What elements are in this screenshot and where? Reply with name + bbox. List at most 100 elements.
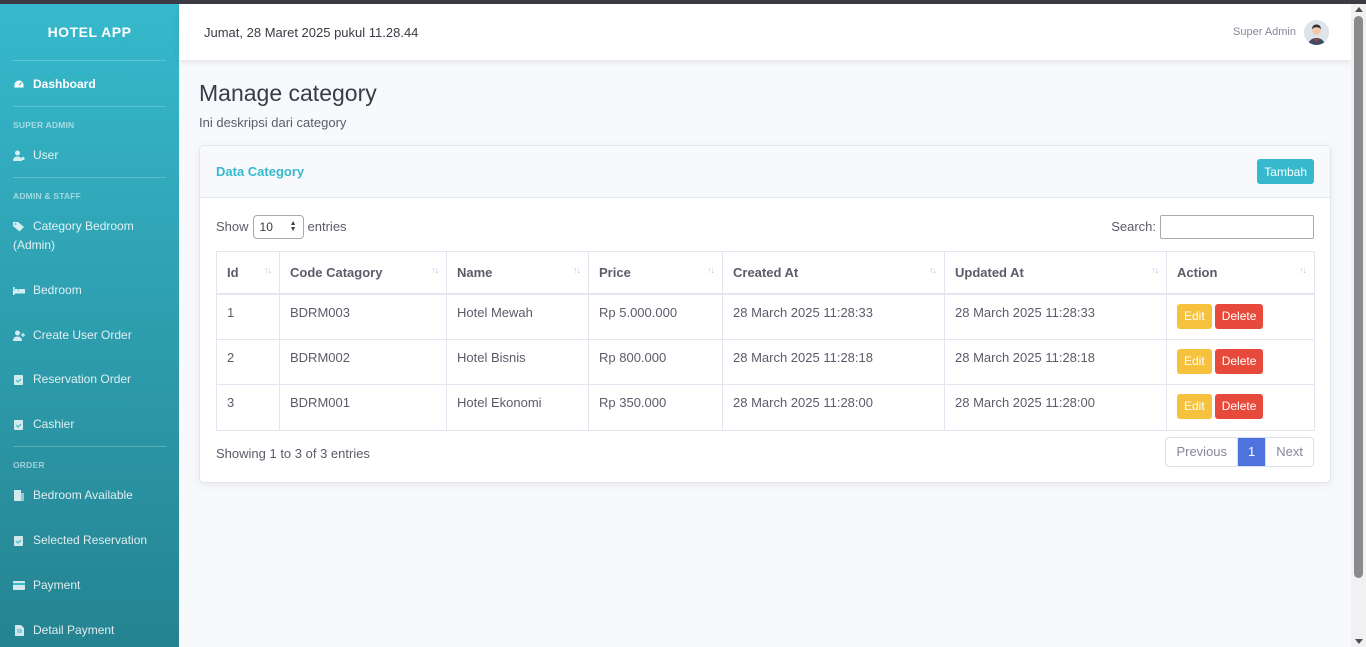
column-header-created-at[interactable]: Created At ↑↓ [722, 251, 945, 295]
sidebar-item-label: Bedroom [33, 283, 82, 298]
current-datetime: Jumat, 28 Maret 2025 pukul 11.28.44 [204, 24, 419, 40]
sidebar-item-label: Reservation Order [33, 372, 132, 387]
pagination: Previous 1 Next [1165, 436, 1314, 467]
cell-updated-at: 28 March 2025 11:28:33 [944, 293, 1167, 340]
scroll-thumb[interactable] [1354, 16, 1363, 578]
main-content: Manage category Ini deskripsi dari categ… [199, 60, 1331, 483]
sidebar-heading-super-admin: SUPER ADMIN [13, 120, 75, 130]
page-description: Ini deskripsi dari category [199, 115, 347, 130]
sidebar-item-category-bedroom[interactable]: Category Bedroom (Admin) [0, 217, 179, 255]
sidebar-item-label: Category Bedroom (Admin) [13, 219, 134, 253]
sidebar-heading-admin-staff: ADMIN & STAFF [13, 191, 82, 201]
sidebar-item-bedroom-available[interactable]: Bedroom Available [0, 486, 179, 505]
edit-button[interactable]: Edit [1177, 303, 1212, 329]
cell-code: BDRM003 [279, 293, 447, 340]
sidebar-item-reservation-order[interactable]: Reservation Order [0, 370, 179, 389]
user-cog-icon [13, 146, 33, 165]
table-controls: Show 10 ▲ ▼ entries Search: [200, 214, 1330, 239]
sidebar-item-cashier[interactable]: Cashier [0, 415, 179, 434]
search-label: Search: [1111, 219, 1156, 234]
cell-price: Rp 5.000.000 [588, 293, 723, 340]
cell-price: Rp 800.000 [588, 338, 723, 385]
pagination-previous[interactable]: Previous [1166, 437, 1239, 466]
table-info: Showing 1 to 3 of 3 entries [216, 446, 370, 461]
column-header-price[interactable]: Price ↑↓ [588, 251, 723, 295]
avatar[interactable] [1304, 19, 1329, 45]
sidebar-item-label: Create User Order [33, 328, 132, 343]
add-category-button[interactable]: Tambah [1257, 159, 1314, 184]
scroll-down-icon[interactable] [1355, 639, 1363, 644]
door-icon [13, 486, 33, 505]
sidebar-item-label: Payment [33, 578, 81, 593]
cell-price: Rp 350.000 [588, 384, 723, 431]
calendar-check-icon [13, 415, 33, 434]
sidebar-item-selected-reservation[interactable]: Selected Reservation [0, 531, 179, 550]
sidebar-divider [13, 106, 166, 107]
calendar-check-icon [13, 531, 33, 550]
sidebar-divider [13, 177, 166, 178]
delete-button[interactable]: Delete [1214, 303, 1264, 329]
sidebar-item-detail-payment[interactable]: Detail Payment [0, 621, 179, 640]
sidebar-heading-order: ORDER [13, 460, 45, 471]
table-row: 1 BDRM003 Hotel Mewah Rp 5.000.000 28 Ma… [216, 293, 1315, 340]
cell-name: Hotel Mewah [446, 293, 589, 340]
edit-button[interactable]: Edit [1177, 394, 1212, 419]
bed-icon [13, 281, 33, 300]
sidebar-item-label: Bedroom Available [33, 488, 133, 503]
delete-button[interactable]: Delete [1214, 348, 1264, 374]
brand-title[interactable]: HOTEL APP [0, 4, 179, 60]
cell-name: Hotel Ekonomi [446, 384, 589, 431]
sidebar-item-payment[interactable]: Payment [0, 576, 179, 595]
cell-code: BDRM002 [279, 338, 447, 385]
user-menu[interactable]: Super Admin [1233, 19, 1329, 45]
calendar-check-icon [13, 370, 33, 389]
sidebar-item-user[interactable]: User [0, 146, 179, 165]
column-header-action[interactable]: Action ↑↓ [1166, 251, 1315, 295]
show-label: Show [216, 219, 249, 234]
table-row: 3 BDRM001 Hotel Ekonomi Rp 350.000 28 Ma… [216, 384, 1315, 431]
column-header-id[interactable]: Id ↑↓ [216, 251, 280, 295]
edit-button[interactable]: Edit [1177, 348, 1212, 374]
page-scrollbar[interactable] [1351, 4, 1366, 647]
sort-icon: ↑↓ [1151, 265, 1159, 275]
entries-length-control: Show 10 ▲ ▼ entries [216, 214, 347, 239]
cell-id: 2 [216, 338, 280, 385]
table-row: 2 BDRM002 Hotel Bisnis Rp 800.000 28 Mar… [216, 338, 1315, 385]
column-header-code[interactable]: Code Catagory ↑↓ [279, 251, 447, 295]
pagination-page-1[interactable]: 1 [1238, 437, 1267, 466]
pagination-next[interactable]: Next [1266, 438, 1313, 466]
file-invoice-icon [13, 621, 33, 640]
sidebar-item-label: Dashboard [33, 77, 96, 91]
cell-action: Edit Delete [1166, 293, 1315, 340]
scroll-up-icon[interactable] [1355, 7, 1363, 12]
cell-action: Edit Delete [1166, 338, 1315, 385]
topbar: Jumat, 28 Maret 2025 pukul 11.28.44 Supe… [179, 4, 1351, 60]
table-footer: Showing 1 to 3 of 3 entries Previous 1 N… [200, 436, 1330, 467]
sidebar-item-create-user-order[interactable]: Create User Order [0, 326, 179, 345]
sidebar-item-dashboard[interactable]: Dashboard [0, 75, 179, 94]
user-plus-icon [13, 326, 33, 345]
cell-id: 3 [216, 384, 280, 431]
card-header: Data Category Tambah [200, 146, 1330, 198]
tachometer-icon [13, 75, 33, 94]
sidebar-item-label: Cashier [33, 417, 75, 432]
card-title: Data Category [216, 164, 305, 179]
sidebar-item-bedroom[interactable]: Bedroom [0, 281, 179, 300]
column-header-updated-at[interactable]: Updated At ↑↓ [944, 251, 1167, 295]
search-input[interactable] [1160, 214, 1314, 239]
delete-button[interactable]: Delete [1214, 394, 1264, 419]
credit-card-icon [13, 576, 33, 595]
sidebar-divider [13, 446, 166, 448]
data-category-card: Data Category Tambah Show 10 ▲ ▼ entries … [199, 145, 1331, 483]
table-header-row: Id ↑↓ Code Catagory ↑↓ Name ↑↓ Price ↑↓ Crea… [216, 251, 1315, 295]
entries-select[interactable]: 10 ▲ ▼ [252, 214, 304, 239]
sidebar-divider [13, 60, 166, 61]
page-title: Manage category [199, 80, 377, 106]
cell-id: 1 [216, 293, 280, 340]
cell-created-at: 28 March 2025 11:28:00 [722, 384, 945, 431]
sidebar-item-label: User [33, 148, 59, 162]
sidebar-item-label: Selected Reservation [33, 533, 148, 548]
column-header-name[interactable]: Name ↑↓ [446, 251, 589, 295]
sort-icon: ↑↓ [929, 265, 937, 275]
select-caret-icon: ▲ ▼ [289, 219, 297, 233]
